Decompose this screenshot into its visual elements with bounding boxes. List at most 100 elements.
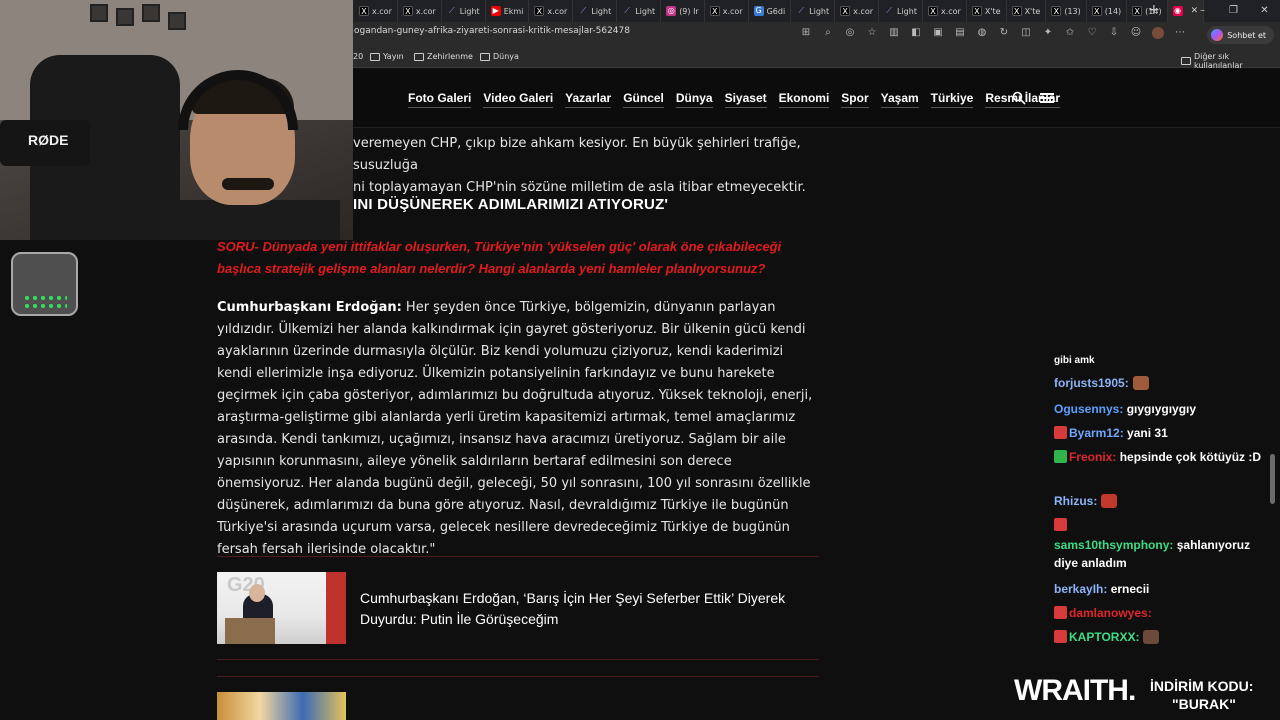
nav-link[interactable]: Türkiye [930,91,974,108]
nav-link[interactable]: Foto Galeri [408,91,472,108]
nav-link[interactable]: Yazarlar [565,91,612,108]
chat-badge-icon [1054,630,1067,643]
tab-label: x.cor [940,6,961,16]
extensions-icon[interactable]: ✦ [1042,27,1054,39]
bookmark-folder[interactable]: Yayın [370,52,404,61]
tab-label: x.cor [372,6,392,16]
reader-icon[interactable]: ◎ [844,27,856,39]
chat-badge-icon [1054,606,1067,619]
extension-icon[interactable]: ▤ [954,27,966,39]
maximize-icon[interactable]: ❐ [1218,0,1249,22]
hamburger-menu-icon[interactable] [1040,93,1054,103]
interview-question: SORU- Dünyada yeni ittifaklar oluşurken,… [217,239,782,276]
browser-tab[interactable]: ◎ (9) Ir [661,0,705,22]
minimize-icon[interactable]: – [1187,0,1218,22]
browser-tab[interactable]: ⟋ Light [879,0,923,22]
page-scrollbar[interactable] [1269,128,1277,708]
answer-speaker: Cumhurbaşkanı Erdoğan: [217,300,402,315]
zoom-icon[interactable]: ⌕ [822,27,834,39]
app-icon[interactable]: ⊞ [800,27,812,39]
favorites-icon[interactable]: ✩ [1064,27,1076,39]
x-favicon-icon: X [359,6,369,16]
nav-link[interactable]: Dünya [675,91,713,108]
copilot-button[interactable]: Sohbet et [1207,26,1274,44]
related-article[interactable]: G20 Cumhurbaşkanı Erdoğan, ‘Barış İçin H… [217,572,819,644]
x-favicon-icon: X [534,6,545,16]
close-icon[interactable]: ✕ [1249,0,1280,22]
bookmark-label: 20 [353,52,364,61]
browser-tab[interactable]: Xx.cor [354,0,398,22]
bookmark-folder[interactable]: Dünya [480,52,519,61]
browser-tab[interactable]: ⟋ Light [442,0,486,22]
light-favicon-icon: ⟋ [624,6,631,15]
browser-tab[interactable]: Xx.cor [529,0,574,22]
nav-link[interactable]: Yaşam [880,91,919,108]
chat-emote-icon [1143,630,1160,644]
browser-tab[interactable]: Xx.cor [398,0,442,22]
copilot-label: Sohbet et [1227,30,1266,40]
related-article-thumbnail[interactable] [217,692,346,720]
favorite-star-icon[interactable]: ☆ [866,27,878,39]
tab-label: x.cor [415,6,436,16]
related-article-title[interactable]: Cumhurbaşkanı Erdoğan, ‘Barış İçin Her Ş… [360,588,820,630]
bd-favicon-icon: ◉ [1172,6,1183,16]
tab-label: x.cor [853,6,873,16]
account-icon[interactable]: ☺ [1130,27,1142,39]
browser-tab[interactable]: Xx.cor [705,0,749,22]
chat-emote-icon [1132,376,1149,390]
extension-icon[interactable]: ◍ [976,27,988,39]
extension-icon[interactable]: ▣ [932,27,944,39]
x-favicon-icon: X [971,6,982,16]
new-tab-button[interactable]: + [1140,2,1168,18]
gd-favicon-icon: G [753,6,764,16]
more-icon[interactable]: ⋯ [1174,27,1186,39]
bookmark-item[interactable]: 20 [353,52,363,61]
bookmark-folder[interactable]: Zehirlenme [414,52,473,61]
chat-username: gibi amk [1054,355,1095,366]
browser-tab[interactable]: ▶ Ekmi [486,0,530,22]
x-favicon-icon: X [709,6,720,16]
nav-link[interactable]: Siyaset [724,91,767,108]
avatar[interactable] [1152,27,1164,39]
extension-icon[interactable]: ▥ [888,27,900,39]
nav-link[interactable]: Spor [841,91,869,108]
nav-link[interactable]: Güncel [623,91,664,108]
split-screen-icon[interactable]: ◫ [1020,27,1032,39]
browser-tab[interactable]: X (14) [1087,0,1128,22]
browser-tab[interactable]: ⟋ Light [573,0,618,22]
chat-username: Freonix: [1069,450,1117,464]
url-field[interactable]: ogandan-guney-afrika-ziyareti-sonrasi-kr… [354,26,630,36]
answer-text: Her şeyden önce Türkiye, bölgemizin, dün… [217,300,813,557]
tab-label: X'te [1024,6,1041,16]
chat-message: Freonix: hepsinde çok kötüyüz :D [1054,448,1276,466]
search-icon[interactable] [1012,91,1026,105]
chat-text: gıygıygıygıy [1126,402,1197,416]
tab-label: Light [809,6,830,16]
chat-text: hepsinde çok kötüyüz :D [1119,450,1262,464]
other-bookmarks-folder[interactable]: Diğer sık kullanılanlar [1181,52,1280,70]
tab-label: x.cor [547,6,568,16]
scrollbar-thumb[interactable] [1270,454,1275,504]
browser-tab[interactable]: Xx.cor [835,0,879,22]
extension-icon[interactable]: ◧ [910,27,922,39]
bookmark-label: Diğer sık kullanılanlar [1193,52,1243,70]
wall-frames [90,4,200,44]
tab-label: Light [591,6,612,16]
webcam-overlay: RØDE [0,0,353,240]
collections-icon[interactable]: ♡ [1086,27,1098,39]
browser-tab[interactable]: ⟋ Light [617,0,662,22]
browser-tab[interactable]: ⟋ Light [791,0,836,22]
nav-link[interactable]: Video Galeri [483,91,554,108]
nav-link[interactable]: Ekonomi [778,91,830,108]
browser-tab[interactable]: X X'te [1007,0,1047,22]
light-favicon-icon: ⟋ [448,6,455,15]
browser-tab[interactable]: G G6di [749,0,792,22]
related-article-thumbnail[interactable]: G20 [217,572,346,644]
refresh-icon[interactable]: ↻ [998,27,1010,39]
light-favicon-icon: ⟋ [886,6,892,15]
x-favicon-icon: X [840,6,851,16]
browser-tab[interactable]: X X'te [967,0,1007,22]
downloads-icon[interactable]: ⇩ [1108,27,1120,39]
browser-tab[interactable]: X (13) [1046,0,1087,22]
browser-tab[interactable]: Xx.cor [923,0,967,22]
